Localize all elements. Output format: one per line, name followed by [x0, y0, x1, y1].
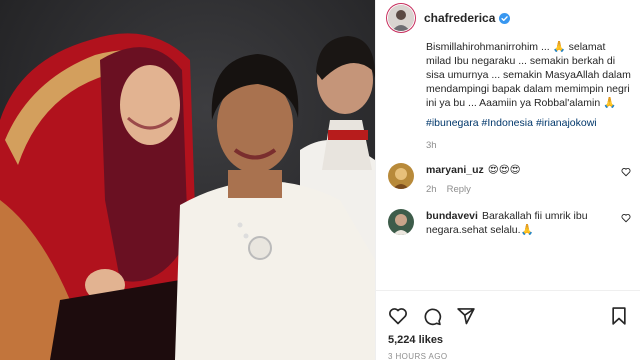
post-hashtags: #ibunegara #Indonesia #irianajokowi	[388, 116, 631, 130]
author-avatar-image	[388, 5, 414, 31]
hashtag-link[interactable]: #irianajokowi	[536, 117, 597, 129]
comment-like-icon[interactable]	[621, 167, 631, 177]
heart-icon[interactable]	[388, 306, 408, 326]
comment-meta: 2h Reply	[426, 183, 613, 197]
reply-button[interactable]: Reply	[447, 184, 471, 195]
post-time: 3h	[426, 140, 437, 151]
post-actions-bar	[376, 290, 640, 330]
likes-count[interactable]: 5,224 likes	[388, 334, 443, 346]
comment-username[interactable]: maryani_uz	[426, 164, 484, 176]
comment-content: bundavevi Barakallah fii umrik ibu negara…	[426, 209, 631, 237]
post-header: chafrederica	[376, 0, 640, 36]
comment-item: bundavevi Barakallah fii umrik ibu negara…	[388, 209, 631, 237]
comment-item: maryani_uz 😍😍😍 2h Reply	[388, 163, 631, 197]
post-timestamp: 3 HOURS AGO	[388, 352, 448, 360]
post-photo[interactable]	[0, 0, 375, 360]
commenter-avatar[interactable]	[388, 209, 414, 235]
comment-like-icon[interactable]	[621, 213, 631, 223]
commenter-avatar-image	[388, 163, 414, 189]
bookmark-icon[interactable]	[609, 306, 629, 326]
comment-text: 😍😍😍	[487, 164, 521, 176]
comment-bubble-icon[interactable]	[422, 306, 442, 326]
author-username[interactable]: chafrederica	[424, 11, 495, 25]
hashtag-link[interactable]: #ibunegara	[426, 117, 479, 129]
comment-content: maryani_uz 😍😍😍 2h Reply	[426, 163, 631, 197]
author-avatar[interactable]	[388, 5, 414, 31]
verified-badge-icon	[499, 12, 511, 24]
hashtag-link[interactable]: #Indonesia	[482, 117, 533, 129]
post-body: Bismillahirohmanirrohim ... 🙏 selamat mi…	[376, 36, 640, 254]
post-side-panel: chafrederica Bismillahirohmanirrohim ...…	[375, 0, 640, 360]
comment-username[interactable]: bundavevi	[426, 210, 478, 222]
comment-time: 2h	[426, 184, 437, 195]
post-photo-illustration	[0, 0, 375, 360]
post-caption: Bismillahirohmanirrohim ... 🙏 selamat mi…	[426, 41, 631, 109]
commenter-avatar-image	[388, 209, 414, 235]
paper-plane-icon[interactable]	[456, 306, 476, 326]
commenter-avatar[interactable]	[388, 163, 414, 189]
